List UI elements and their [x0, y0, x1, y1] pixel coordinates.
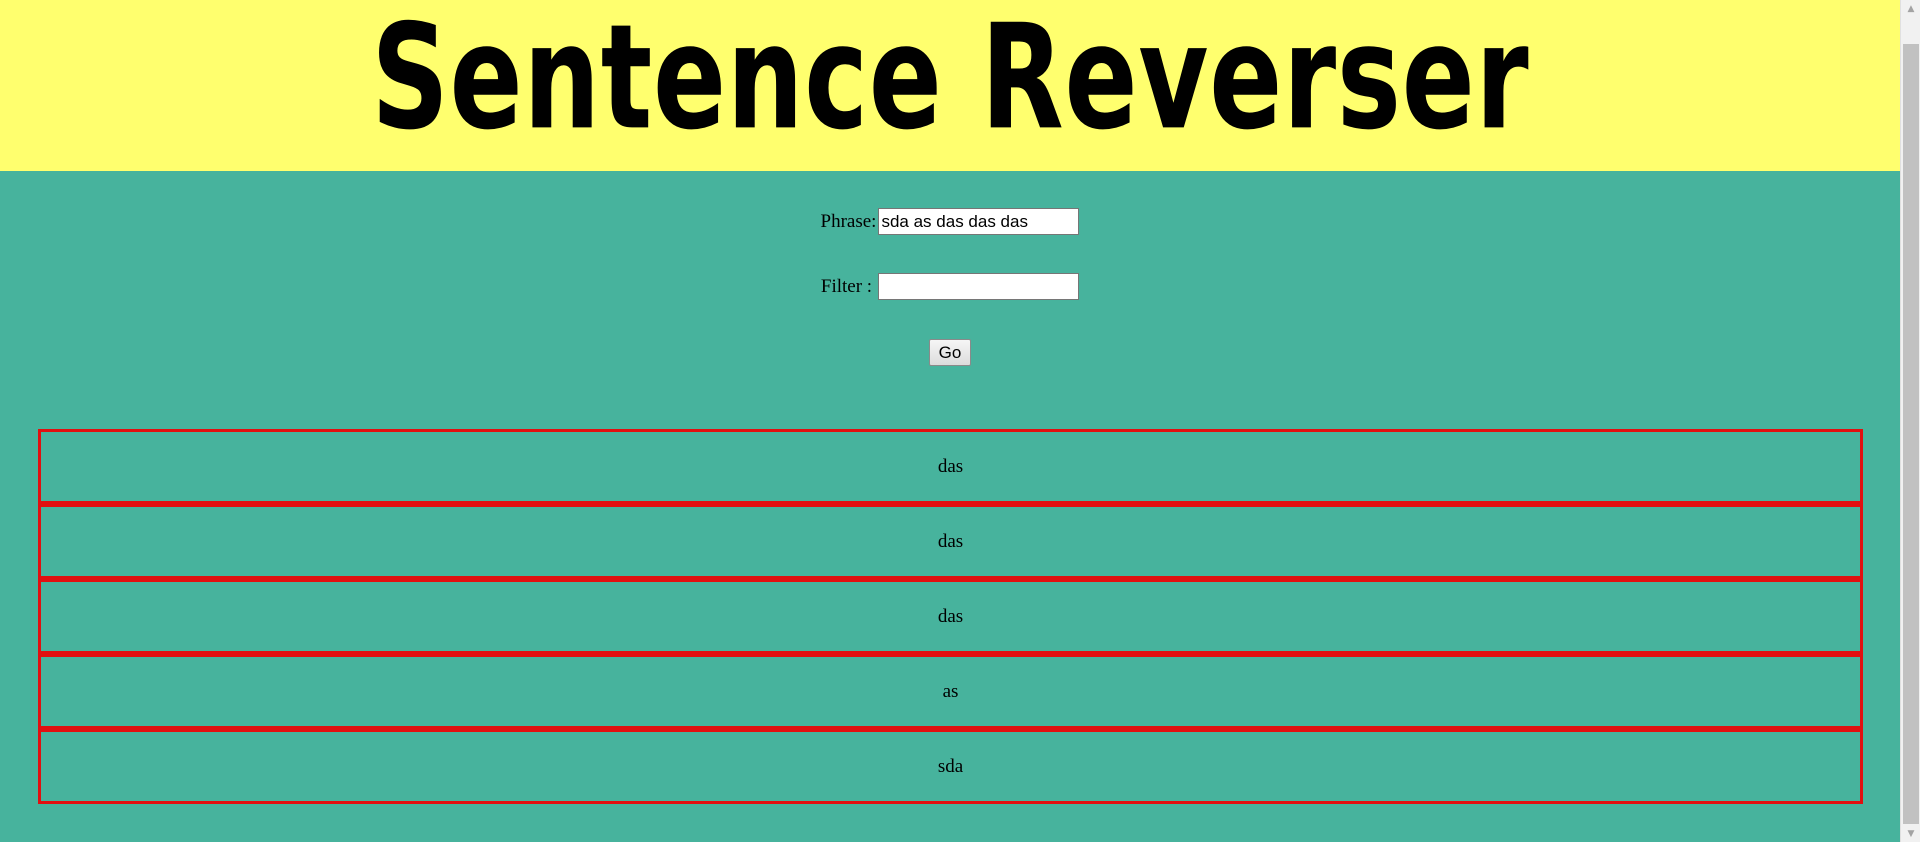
- result-word: das: [937, 605, 964, 627]
- phrase-label: Phrase:: [820, 210, 877, 232]
- result-item: das: [38, 504, 1863, 579]
- arrow-down-icon[interactable]: ▼: [1901, 825, 1920, 842]
- page-title: Sentence Reverser: [370, 0, 1530, 162]
- result-word: das: [937, 455, 964, 477]
- filter-label: Filter :: [820, 275, 873, 297]
- phrase-row: Phrase:: [0, 208, 1900, 235]
- result-word: das: [937, 530, 964, 552]
- result-word: as: [942, 680, 959, 702]
- result-item: das: [38, 579, 1863, 654]
- vertical-scrollbar[interactable]: ▲ ▼: [1900, 0, 1920, 842]
- go-row: Go: [0, 339, 1900, 366]
- header-banner: Sentence Reverser: [0, 0, 1900, 171]
- filter-row: Filter :: [0, 273, 1900, 300]
- arrow-up-icon[interactable]: ▲: [1901, 0, 1920, 17]
- page: Sentence Reverser Phrase: Filter : Go da…: [0, 0, 1900, 842]
- result-item: sda: [38, 729, 1863, 804]
- results-list: das das das as sda: [38, 429, 1863, 804]
- result-item: as: [38, 654, 1863, 729]
- result-word: sda: [937, 755, 964, 777]
- scrollbar-thumb[interactable]: [1903, 44, 1919, 824]
- phrase-input[interactable]: [878, 208, 1080, 235]
- go-button[interactable]: Go: [928, 339, 972, 366]
- filter-input[interactable]: [878, 273, 1080, 300]
- result-item: das: [38, 429, 1863, 504]
